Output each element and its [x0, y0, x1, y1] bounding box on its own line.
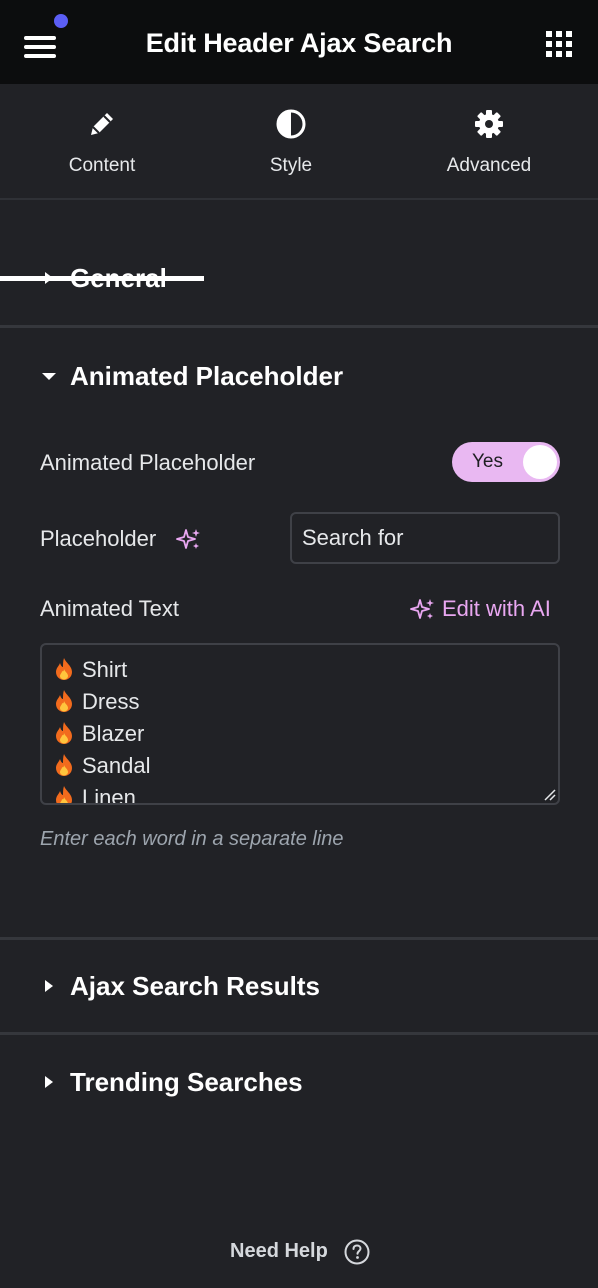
section-divider: [0, 1032, 598, 1035]
placeholder-input[interactable]: [290, 512, 560, 564]
animated-word-line: Sandal: [54, 753, 151, 785]
tab-style-label: Style: [269, 155, 313, 176]
question-circle-icon: [344, 1239, 370, 1265]
toggle-knob: [523, 445, 557, 479]
animated-text-textarea[interactable]: Shirt Dress Blazer Sandal Linen: [40, 643, 560, 805]
ai-sparkle-icon: [410, 599, 434, 619]
tab-content-label: Content: [68, 155, 136, 176]
placeholder-label: Placeholder: [40, 526, 157, 551]
caret-right-icon: [45, 980, 53, 992]
need-help-link[interactable]: Need Help: [228, 1238, 378, 1268]
edit-with-ai-link[interactable]: Edit with AI: [410, 594, 560, 624]
notification-dot: [54, 14, 68, 28]
section-animated-placeholder[interactable]: Animated Placeholder: [0, 346, 598, 406]
animated-placeholder-toggle-label: Animated Placeholder: [40, 450, 256, 475]
animated-word-line: Shirt: [54, 657, 127, 689]
top-bar: Edit Header Ajax Search: [0, 0, 598, 84]
section-divider: [0, 937, 598, 940]
pencil-icon: [91, 113, 113, 135]
animated-word-line: Blazer: [54, 721, 144, 753]
animated-word: Sandal: [82, 753, 151, 778]
tab-advanced[interactable]: Advanced: [390, 84, 588, 200]
section-divider: [0, 325, 598, 328]
section-trending-searches-label: Trending Searches: [70, 1067, 303, 1097]
section-ajax-search-results[interactable]: Ajax Search Results: [0, 956, 598, 1016]
animated-word: Blazer: [82, 721, 145, 746]
animated-placeholder-toggle[interactable]: Yes: [452, 442, 560, 482]
contrast-icon: [276, 109, 306, 139]
fire-emoji-icon: [56, 658, 72, 680]
grid-icon: [546, 31, 572, 57]
apps-grid-button[interactable]: [546, 31, 572, 57]
edit-with-ai-label: Edit with AI: [442, 596, 551, 621]
fire-emoji-icon: [56, 754, 72, 776]
caret-down-icon: [42, 373, 56, 380]
fire-emoji-icon: [56, 690, 72, 712]
tab-style[interactable]: Style: [190, 84, 392, 200]
section-ajax-search-results-label: Ajax Search Results: [70, 971, 321, 1001]
animated-text-label: Animated Text: [40, 596, 180, 621]
animated-word: Dress: [82, 689, 140, 714]
need-help-label: Need Help: [230, 1240, 328, 1262]
animated-word-line: Linen: [54, 785, 136, 805]
section-general[interactable]: General: [0, 248, 598, 308]
resize-handle[interactable]: [542, 787, 556, 801]
caret-right-icon: [45, 272, 53, 284]
fire-emoji-icon: [56, 786, 72, 803]
tab-content[interactable]: Content: [0, 84, 204, 200]
animated-word-line: Dress: [54, 689, 139, 721]
animated-word: Shirt: [82, 657, 128, 682]
gear-icon: [475, 110, 503, 138]
caret-right-icon: [45, 1076, 53, 1088]
section-animated-placeholder-label: Animated Placeholder: [70, 361, 344, 391]
animated-text-hint: Enter each word in a separate line: [40, 828, 344, 850]
toggle-state-label: Yes: [472, 451, 503, 472]
section-general-label: General: [70, 263, 167, 293]
panel-title: Edit Header Ajax Search: [145, 28, 453, 58]
animated-word: Linen: [82, 785, 136, 805]
fire-emoji-icon: [56, 722, 72, 744]
tab-advanced-label: Advanced: [446, 155, 532, 176]
ai-sparkle-icon[interactable]: [176, 527, 202, 551]
panel-tabs: Content Style Advanced: [0, 84, 598, 281]
section-trending-searches[interactable]: Trending Searches: [0, 1052, 598, 1112]
